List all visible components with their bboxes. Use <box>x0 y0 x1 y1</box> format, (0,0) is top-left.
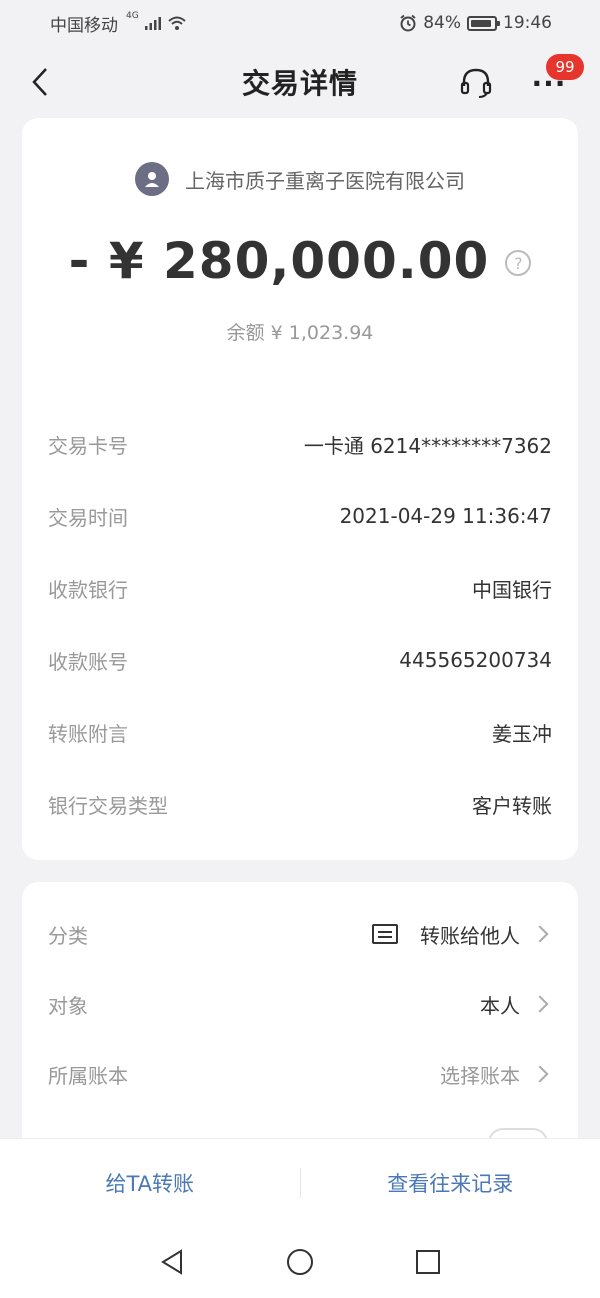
back-arrow-icon <box>32 68 47 96</box>
detail-value: 姜玉冲 <box>492 721 552 746</box>
category-row[interactable]: 分类 转账给他人 <box>48 914 552 954</box>
category-label: 分类 <box>48 923 88 948</box>
detail-label: 转账附言 <box>48 721 128 746</box>
battery-percent: 84% <box>423 13 461 33</box>
back-button[interactable] <box>20 62 60 102</box>
merchant-name: 上海市质子重离子医院有限公司 <box>185 168 465 193</box>
detail-row-bank: 收款银行 中国银行 <box>48 568 552 608</box>
category-value-text: 转账给他人 <box>420 923 520 948</box>
counterparty-label: 对象 <box>48 993 88 1018</box>
bottom-action-bar: 给TA转账 查看往来记录 <box>0 1138 600 1226</box>
transaction-card: 上海市质子重离子医院有限公司 - ¥ 280,000.00 ? 余额 ¥ 1,0… <box>22 118 578 860</box>
merchant-avatar <box>135 162 169 196</box>
merchant-row: 上海市质子重离子医院有限公司 <box>22 162 578 196</box>
customer-service-button[interactable] <box>455 62 497 104</box>
category-value: 转账给他人 <box>372 920 552 949</box>
chevron-right-icon <box>531 1065 549 1083</box>
detail-label: 收款账号 <box>48 649 128 674</box>
app-root: 中国移动 4G 84% 19:46 交易详情 ··· 99 上海市质子重离子医院… <box>0 0 600 1298</box>
ledger-row[interactable]: 所属账本 选择账本 <box>48 1054 552 1094</box>
nav-bar: 交易详情 ··· <box>0 46 600 118</box>
counterparty-value: 本人 <box>480 990 552 1019</box>
chevron-right-icon <box>531 925 549 943</box>
wifi-icon <box>168 16 186 30</box>
ledger-value-text: 选择账本 <box>440 1063 520 1088</box>
battery-icon <box>467 15 500 31</box>
chevron-right-icon <box>531 995 549 1013</box>
person-icon <box>145 172 159 187</box>
circle-home-icon <box>287 1249 313 1275</box>
classification-card: 分类 转账给他人 对象 本人 所属账本 选择账本 <box>22 882 578 1182</box>
system-recents-button[interactable] <box>413 1247 443 1277</box>
detail-value: 445565200734 <box>399 648 552 672</box>
transaction-amount: - ¥ 280,000.00 <box>68 232 490 290</box>
status-right: 84% 19:46 <box>399 13 552 33</box>
detail-label: 交易时间 <box>48 505 128 530</box>
network-type: 4G <box>126 11 139 21</box>
ledger-label: 所属账本 <box>48 1063 128 1088</box>
ledger-value: 选择账本 <box>440 1060 552 1089</box>
detail-value: 一卡通 6214********7362 <box>303 433 552 458</box>
detail-row-type: 银行交易类型 客户转账 <box>48 784 552 824</box>
detail-value: 中国银行 <box>472 577 552 602</box>
status-left: 中国移动 4G <box>50 11 187 36</box>
notification-badge: 99 <box>546 54 584 80</box>
view-records-button[interactable]: 查看往来记录 <box>301 1168 600 1198</box>
counterparty-row[interactable]: 对象 本人 <box>48 984 552 1024</box>
square-recents-icon <box>416 1250 440 1274</box>
help-icon[interactable]: ? <box>505 250 532 276</box>
detail-value: 2021-04-29 11:36:47 <box>339 504 552 528</box>
signal-icon <box>144 17 161 30</box>
amount-row: - ¥ 280,000.00 ? <box>22 232 578 290</box>
alarm-icon <box>400 14 416 32</box>
system-nav-bar <box>0 1226 600 1298</box>
page-title: 交易详情 <box>241 67 358 100</box>
status-bar: 中国移动 4G 84% 19:46 <box>0 0 600 46</box>
triangle-back-icon <box>161 1249 182 1275</box>
system-home-button[interactable] <box>285 1247 315 1277</box>
detail-row-account: 收款账号 445565200734 <box>48 640 552 680</box>
carrier-label: 中国移动 <box>50 15 118 36</box>
clock: 19:46 <box>503 13 552 33</box>
headset-icon <box>460 68 492 98</box>
detail-label: 交易卡号 <box>48 433 128 458</box>
detail-label: 银行交易类型 <box>48 793 168 818</box>
detail-row-card-number: 交易卡号 一卡通 6214********7362 <box>48 424 552 464</box>
balance-label: 余额 ¥ 1,023.94 <box>226 322 374 344</box>
counterparty-value-text: 本人 <box>480 993 520 1018</box>
detail-value: 客户转账 <box>472 793 552 818</box>
detail-row-time: 交易时间 2021-04-29 11:36:47 <box>48 496 552 536</box>
system-back-button[interactable] <box>157 1247 187 1277</box>
detail-label: 收款银行 <box>48 577 128 602</box>
transfer-to-ta-button[interactable]: 给TA转账 <box>0 1168 300 1198</box>
detail-row-memo: 转账附言 姜玉冲 <box>48 712 552 752</box>
transfer-icon <box>372 924 398 944</box>
